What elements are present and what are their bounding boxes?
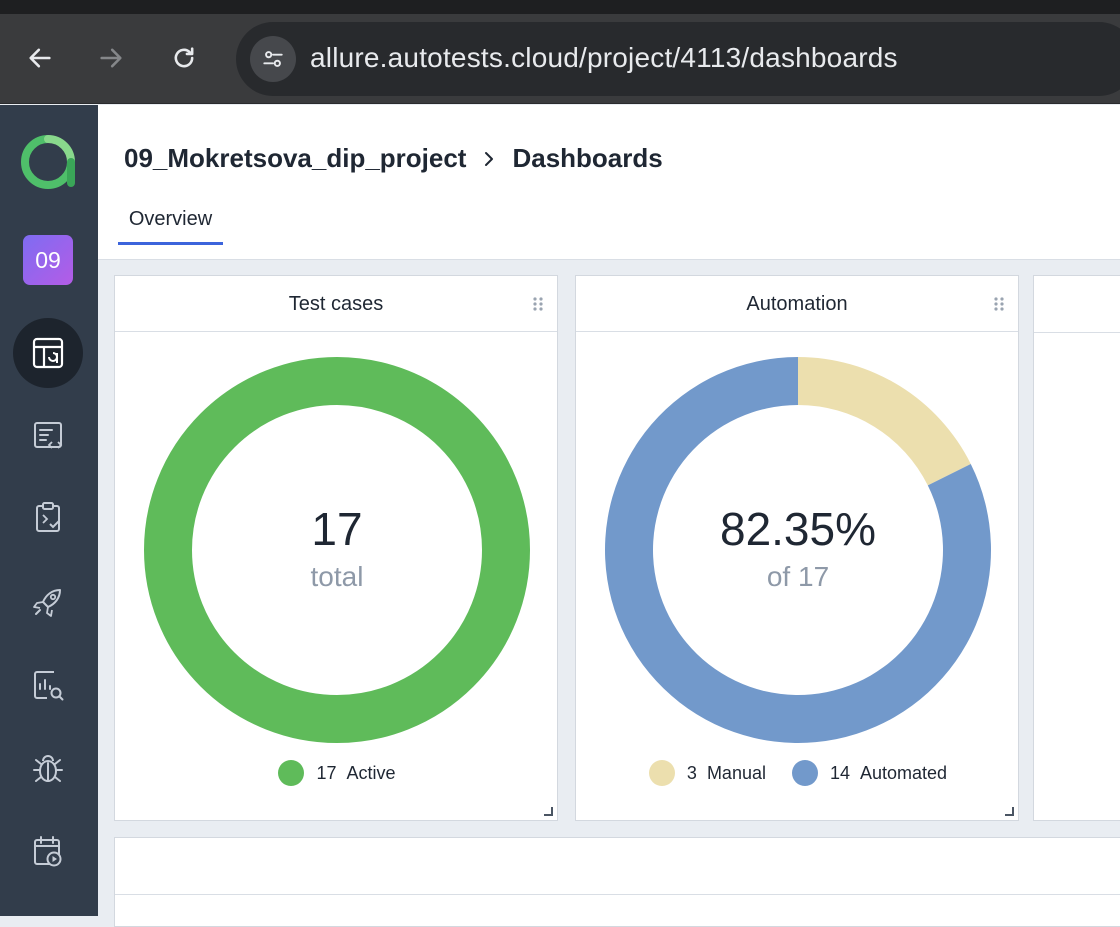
forward-button[interactable] — [93, 40, 129, 76]
sidebar-item-analytics[interactable] — [13, 650, 83, 720]
chevron-right-icon — [485, 151, 494, 166]
main-content: 09_Mokretsova_dip_project Dashboards Ove… — [98, 105, 1120, 927]
widget-title: Automation — [746, 293, 848, 315]
donut-value: 17 — [311, 503, 363, 555]
page-title: Dashboards — [512, 143, 663, 173]
resize-handle-icon[interactable] — [543, 806, 553, 816]
sidebar-item-dashboards[interactable] — [13, 318, 83, 388]
bug-icon — [33, 755, 63, 782]
donut-subtitle: of 17 — [766, 561, 830, 592]
project-badge[interactable]: 09 — [23, 235, 73, 285]
tab-overview[interactable]: Overview — [118, 205, 223, 247]
widget-test-cases: Test cases 17 total 17 Active — [114, 275, 558, 821]
legend-label: Manual — [706, 762, 766, 783]
legend-dot — [278, 760, 305, 786]
sidebar-item-jobs[interactable] — [13, 817, 83, 887]
window-top-strip — [0, 0, 1120, 14]
chart-legend: 17 Active — [115, 760, 559, 786]
clipboard-check-icon — [36, 502, 60, 532]
address-bar[interactable]: allure.autotests.cloud/project/4113/dash… — [236, 22, 1120, 96]
legend-label: Active — [346, 762, 396, 783]
legend-count: 3 — [686, 762, 697, 783]
breadcrumb-project[interactable]: 09_Mokretsova_dip_project — [124, 143, 466, 174]
legend-item-manual[interactable]: 3 Manual — [648, 760, 766, 786]
dashboard-icon — [32, 337, 64, 369]
drag-handle-icon[interactable] — [993, 296, 1005, 312]
browser-toolbar: allure.autotests.cloud/project/4113/dash… — [0, 14, 1120, 104]
legend-dot — [791, 760, 818, 786]
widget-automation: Automation 82.35% of 17 3 Manual 14 Auto… — [575, 275, 1019, 821]
url-text[interactable]: allure.autotests.cloud/project/4113/dash… — [310, 42, 898, 74]
arrow-left-icon — [29, 48, 51, 68]
app-sidebar: 09 — [0, 105, 98, 916]
widget-header-divider — [1034, 332, 1120, 333]
donut-value: 82.35% — [719, 503, 876, 555]
resize-handle-icon[interactable] — [1004, 806, 1014, 816]
tune-icon[interactable] — [250, 36, 296, 82]
sidebar-item-test-plans[interactable] — [13, 483, 83, 553]
legend-count: 17 — [316, 762, 337, 783]
arrow-right-icon — [100, 48, 122, 68]
legend-count: 14 — [829, 762, 851, 783]
breadcrumb: 09_Mokretsova_dip_project Dashboards — [124, 143, 663, 174]
drag-handle-icon[interactable] — [532, 296, 544, 312]
widget-header[interactable]: Automation — [576, 276, 1018, 332]
chart-legend: 3 Manual 14 Automated — [576, 760, 1020, 786]
widget-partial-right — [1033, 275, 1120, 821]
reload-button[interactable] — [166, 40, 202, 76]
back-button[interactable] — [22, 40, 58, 76]
allure-logo-icon[interactable] — [21, 135, 75, 189]
widget-partial-bottom — [114, 837, 1120, 927]
rocket-icon — [33, 589, 61, 617]
sidebar-item-test-cases[interactable] — [13, 401, 83, 471]
page-header: 09_Mokretsova_dip_project Dashboards Ove… — [98, 105, 1120, 260]
active-tab-indicator — [118, 242, 223, 245]
donut-subtitle: total — [310, 561, 364, 592]
widget-header[interactable]: Test cases — [115, 276, 557, 332]
sidebar-item-launches[interactable] — [13, 567, 83, 637]
sidebar-item-defects[interactable] — [13, 733, 83, 803]
calendar-play-icon — [34, 836, 62, 867]
report-search-icon — [34, 671, 64, 701]
legend-label: Automated — [860, 762, 948, 783]
reload-icon — [174, 47, 194, 68]
legend-item-active[interactable]: 17 Active — [278, 760, 396, 786]
donut-slice-manual[interactable] — [798, 357, 971, 486]
widget-header-divider — [115, 894, 1120, 895]
legend-item-automated[interactable]: 14 Automated — [791, 760, 948, 786]
widget-title: Test cases — [288, 293, 384, 315]
legend-dot — [648, 760, 675, 786]
test-cases-icon — [34, 422, 63, 449]
